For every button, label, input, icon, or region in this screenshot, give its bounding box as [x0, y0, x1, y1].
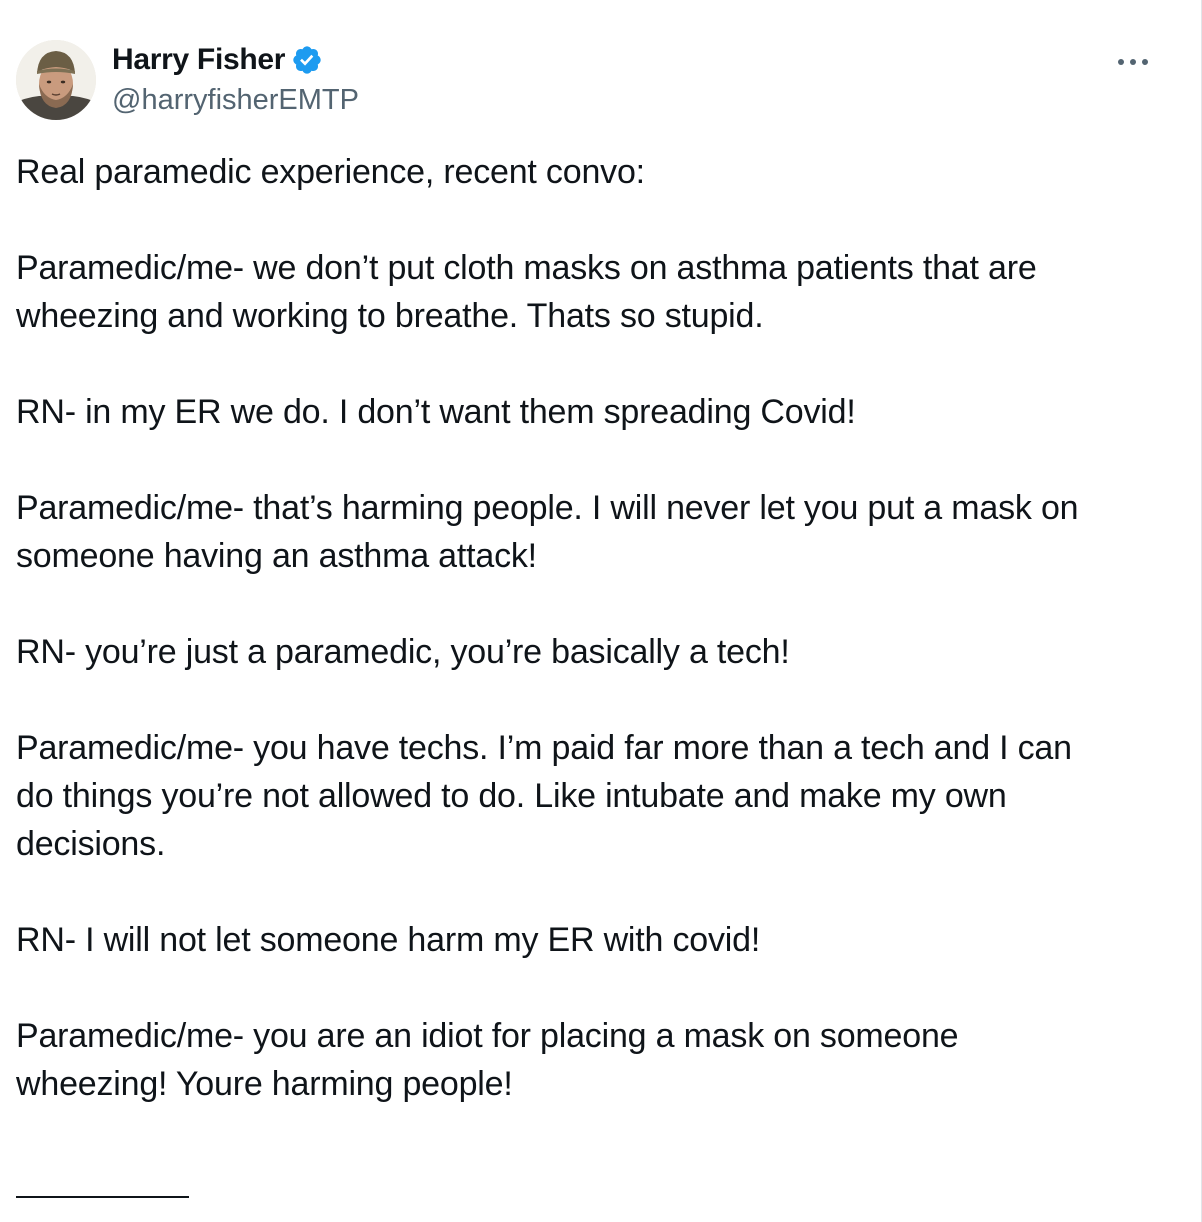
tweet-paragraph: RN- you’re just a paramedic, you’re basi…	[16, 633, 790, 671]
tweet-paragraph: Paramedic/me- you are an idiot for placi…	[16, 1017, 959, 1103]
user-block: Harry Fisher @harryfisherEMTP	[112, 40, 359, 120]
user-handle[interactable]: @harryfisherEMTP	[112, 80, 359, 120]
more-options-button[interactable]	[1111, 44, 1155, 80]
tweet-paragraph: Real paramedic experience, recent convo:	[16, 153, 645, 191]
profile-photo-icon	[16, 40, 96, 120]
avatar[interactable]	[16, 40, 96, 120]
name-row: Harry Fisher	[112, 40, 359, 80]
tweet-paragraph: Paramedic/me- that’s harming people. I w…	[16, 489, 1079, 575]
tweet-paragraph: Paramedic/me- we don’t put cloth masks o…	[16, 249, 1037, 335]
tweet-text: Real paramedic experience, recent convo:…	[16, 148, 1166, 1108]
tweet-header: Harry Fisher @harryfisherEMTP	[16, 40, 359, 120]
tweet-paragraph: Paramedic/me- you have techs. I’m paid f…	[16, 729, 1072, 863]
tweet-paragraph: RN- in my ER we do. I don’t want them sp…	[16, 393, 856, 431]
tweet-card: Harry Fisher @harryfisherEMTP Real param…	[0, 0, 1202, 1222]
text-underscore-divider	[16, 1196, 189, 1198]
display-name[interactable]: Harry Fisher	[112, 43, 285, 77]
more-horizontal-icon	[1118, 59, 1148, 65]
verified-badge-icon[interactable]	[291, 44, 323, 76]
tweet-paragraph: RN- I will not let someone harm my ER wi…	[16, 921, 761, 959]
